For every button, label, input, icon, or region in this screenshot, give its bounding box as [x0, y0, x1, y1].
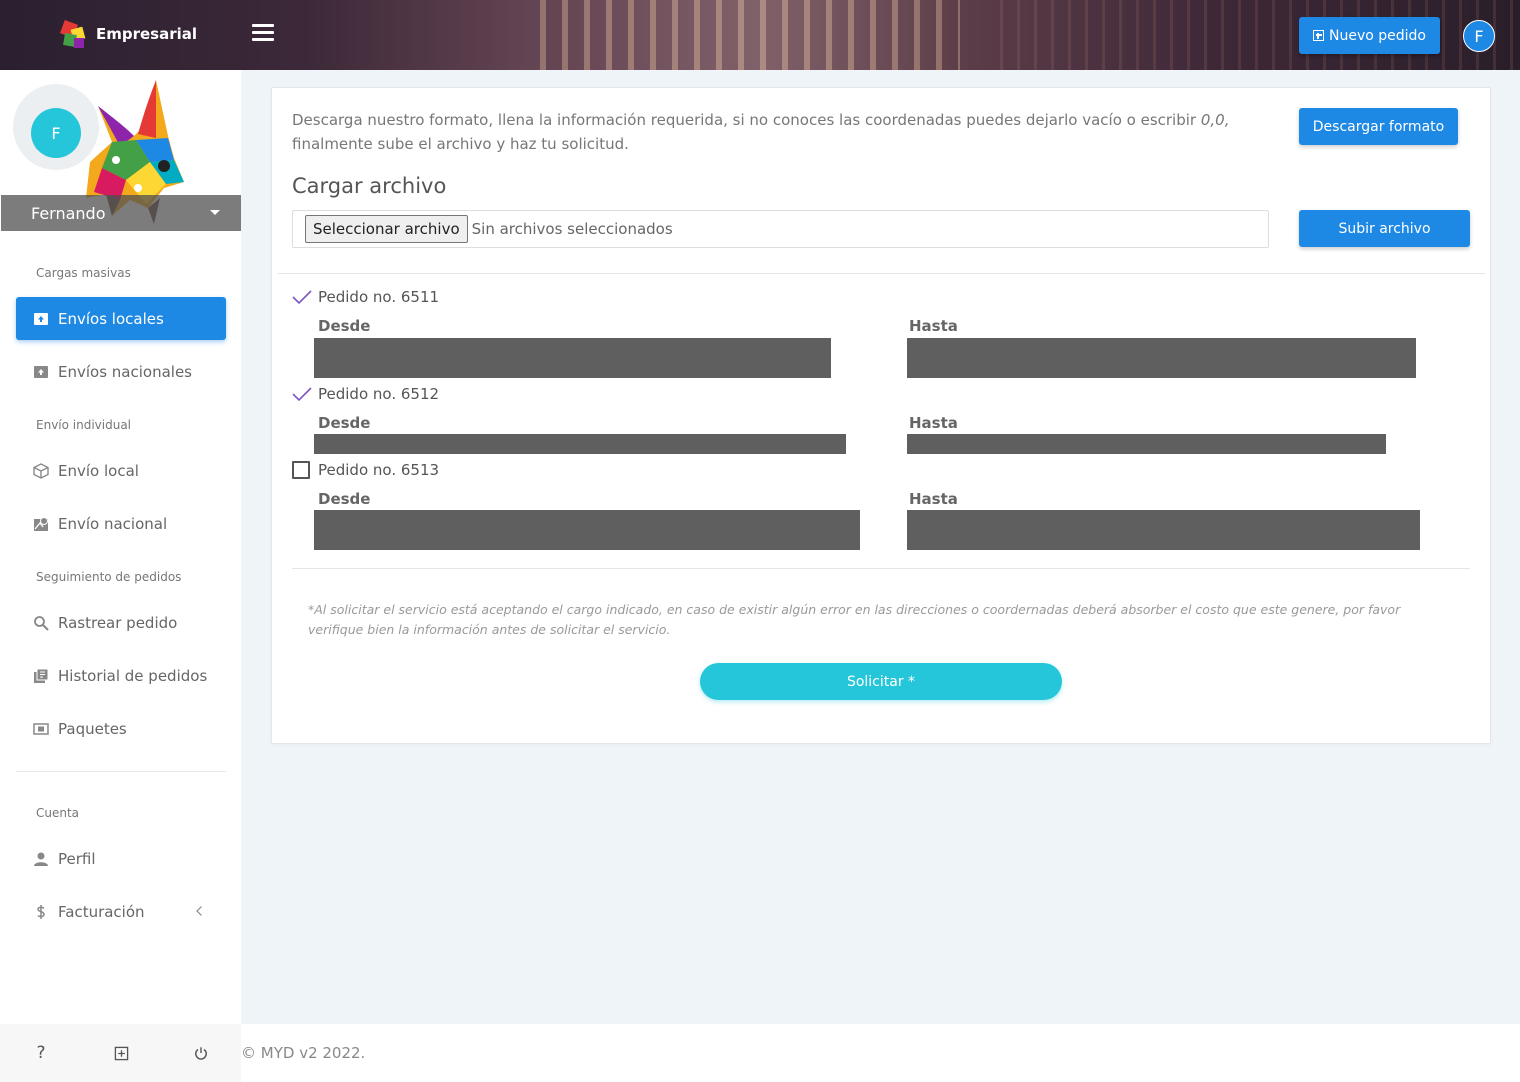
redacted-destination-address — [907, 338, 1416, 378]
check-icon — [292, 290, 312, 305]
user-menu-toggle[interactable]: Fernando — [1, 195, 241, 231]
plus-square-icon — [1313, 30, 1324, 41]
nav-envio-nacional-label: Envío nacional — [58, 514, 168, 533]
from-label: Desde — [318, 490, 371, 508]
check-icon — [292, 387, 312, 402]
menu-toggle-icon[interactable] — [252, 24, 274, 42]
brand-name: Empresarial — [96, 25, 198, 43]
bulk-upload-card: Descarga nuestro formato, llena la infor… — [271, 87, 1491, 744]
nav-envio-local-label: Envío local — [58, 461, 139, 480]
package-icon — [33, 462, 49, 479]
sidebar-divider — [16, 771, 226, 772]
file-input[interactable]: Seleccionar archivo Sin archivos selecci… — [292, 210, 1269, 248]
nav-envios-nacionales[interactable]: Envíos nacionales — [16, 350, 226, 393]
redacted-origin-address — [314, 338, 831, 378]
upload-title: Cargar archivo — [292, 174, 447, 198]
order-title: Pedido no. 6512 — [318, 385, 440, 403]
header-background-image — [540, 0, 960, 70]
map-marker-icon — [34, 516, 48, 531]
section-cargas-masivas: Cargas masivas — [36, 266, 131, 280]
profile-block: F Fernando — [0, 70, 241, 231]
nav-envios-nacionales-label: Envíos nacionales — [58, 362, 192, 381]
library-books-icon — [34, 668, 49, 683]
section-seguimiento: Seguimiento de pedidos — [36, 570, 182, 584]
nav-envio-nacional[interactable]: Envío nacional — [16, 502, 226, 545]
power-icon[interactable] — [192, 1044, 210, 1062]
redacted-destination-address — [907, 510, 1420, 550]
help-icon[interactable]: ? — [32, 1043, 50, 1063]
nav-paquetes[interactable]: Paquetes — [16, 707, 226, 750]
copyright: © MYD v2 2022. — [241, 1024, 1520, 1082]
to-label: Hasta — [909, 317, 958, 335]
order-header[interactable]: Pedido no. 6511 — [292, 288, 439, 306]
nav-facturacion-label: Facturación — [58, 902, 145, 921]
search-icon — [34, 615, 49, 631]
redacted-origin-address — [314, 434, 846, 454]
to-label: Hasta — [909, 414, 958, 432]
caret-down-icon — [210, 210, 220, 215]
divider — [278, 273, 1485, 274]
money-box-icon — [33, 722, 49, 735]
order-title: Pedido no. 6513 — [318, 461, 440, 479]
nav-rastrear-pedido[interactable]: Rastrear pedido — [16, 601, 226, 644]
brand[interactable]: Empresarial — [58, 18, 197, 50]
nav-perfil[interactable]: Perfil — [16, 837, 226, 880]
from-label: Desde — [318, 414, 371, 432]
header-background-image-right — [1000, 0, 1520, 70]
profile-avatar: F — [31, 108, 81, 158]
divider — [292, 568, 1470, 569]
section-cuenta: Cuenta — [36, 806, 80, 820]
disclaimer-text: *Al solicitar el servicio está aceptando… — [308, 602, 1401, 637]
nav-rastrear-label: Rastrear pedido — [58, 613, 178, 632]
sidebar: F Fernando Cargas masivas Envíos locales… — [0, 70, 241, 1024]
intro-text-tail: finalmente sube el archivo y haz tu soli… — [292, 135, 629, 153]
redacted-origin-address — [314, 510, 860, 550]
brand-logo-icon — [58, 18, 88, 50]
nav-facturacion[interactable]: Facturación — [16, 890, 226, 933]
redacted-destination-address — [907, 434, 1386, 454]
upload-box-icon — [34, 312, 48, 325]
user-name: Fernando — [31, 203, 106, 223]
intro-text: Descarga nuestro formato, llena la infor… — [292, 108, 1277, 156]
from-label: Desde — [318, 317, 371, 335]
nav-envios-locales[interactable]: Envíos locales — [16, 297, 226, 340]
user-avatar[interactable]: F — [1463, 20, 1495, 52]
section-envio-individual: Envío individual — [36, 418, 132, 432]
submit-request-button[interactable]: Solicitar * — [700, 663, 1062, 700]
dollar-icon — [37, 904, 45, 919]
sidebar-footer: ? — [0, 1024, 241, 1082]
nav-envio-local[interactable]: Envío local — [16, 449, 226, 492]
new-order-button[interactable]: Nuevo pedido — [1299, 17, 1440, 54]
nav-historial-label: Historial de pedidos — [58, 666, 208, 685]
person-icon — [34, 852, 48, 866]
nav-historial[interactable]: Historial de pedidos — [16, 654, 226, 697]
upload-file-button[interactable]: Subir archivo — [1299, 210, 1470, 247]
upload-box-icon — [34, 365, 48, 378]
download-format-button[interactable]: Descargar formato — [1299, 108, 1458, 145]
new-order-label: Nuevo pedido — [1329, 27, 1426, 44]
order-title: Pedido no. 6511 — [318, 288, 440, 306]
intro-text-main: Descarga nuestro formato, llena la infor… — [292, 111, 1197, 129]
add-box-icon[interactable] — [112, 1044, 130, 1062]
to-label: Hasta — [909, 490, 958, 508]
order-header[interactable]: Pedido no. 6513 — [292, 461, 439, 479]
nav-envios-locales-label: Envíos locales — [58, 309, 164, 328]
top-header: Empresarial Nuevo pedido F — [0, 0, 1520, 70]
intro-coords: 0,0, — [1200, 111, 1230, 129]
nav-perfil-label: Perfil — [58, 849, 96, 868]
file-status: Sin archivos seleccionados — [471, 220, 673, 238]
nav-paquetes-label: Paquetes — [58, 719, 127, 738]
checkbox[interactable] — [292, 461, 310, 479]
order-header[interactable]: Pedido no. 6512 — [292, 385, 439, 403]
chevron-left-icon — [196, 906, 202, 916]
select-file-button[interactable]: Seleccionar archivo — [305, 215, 468, 243]
